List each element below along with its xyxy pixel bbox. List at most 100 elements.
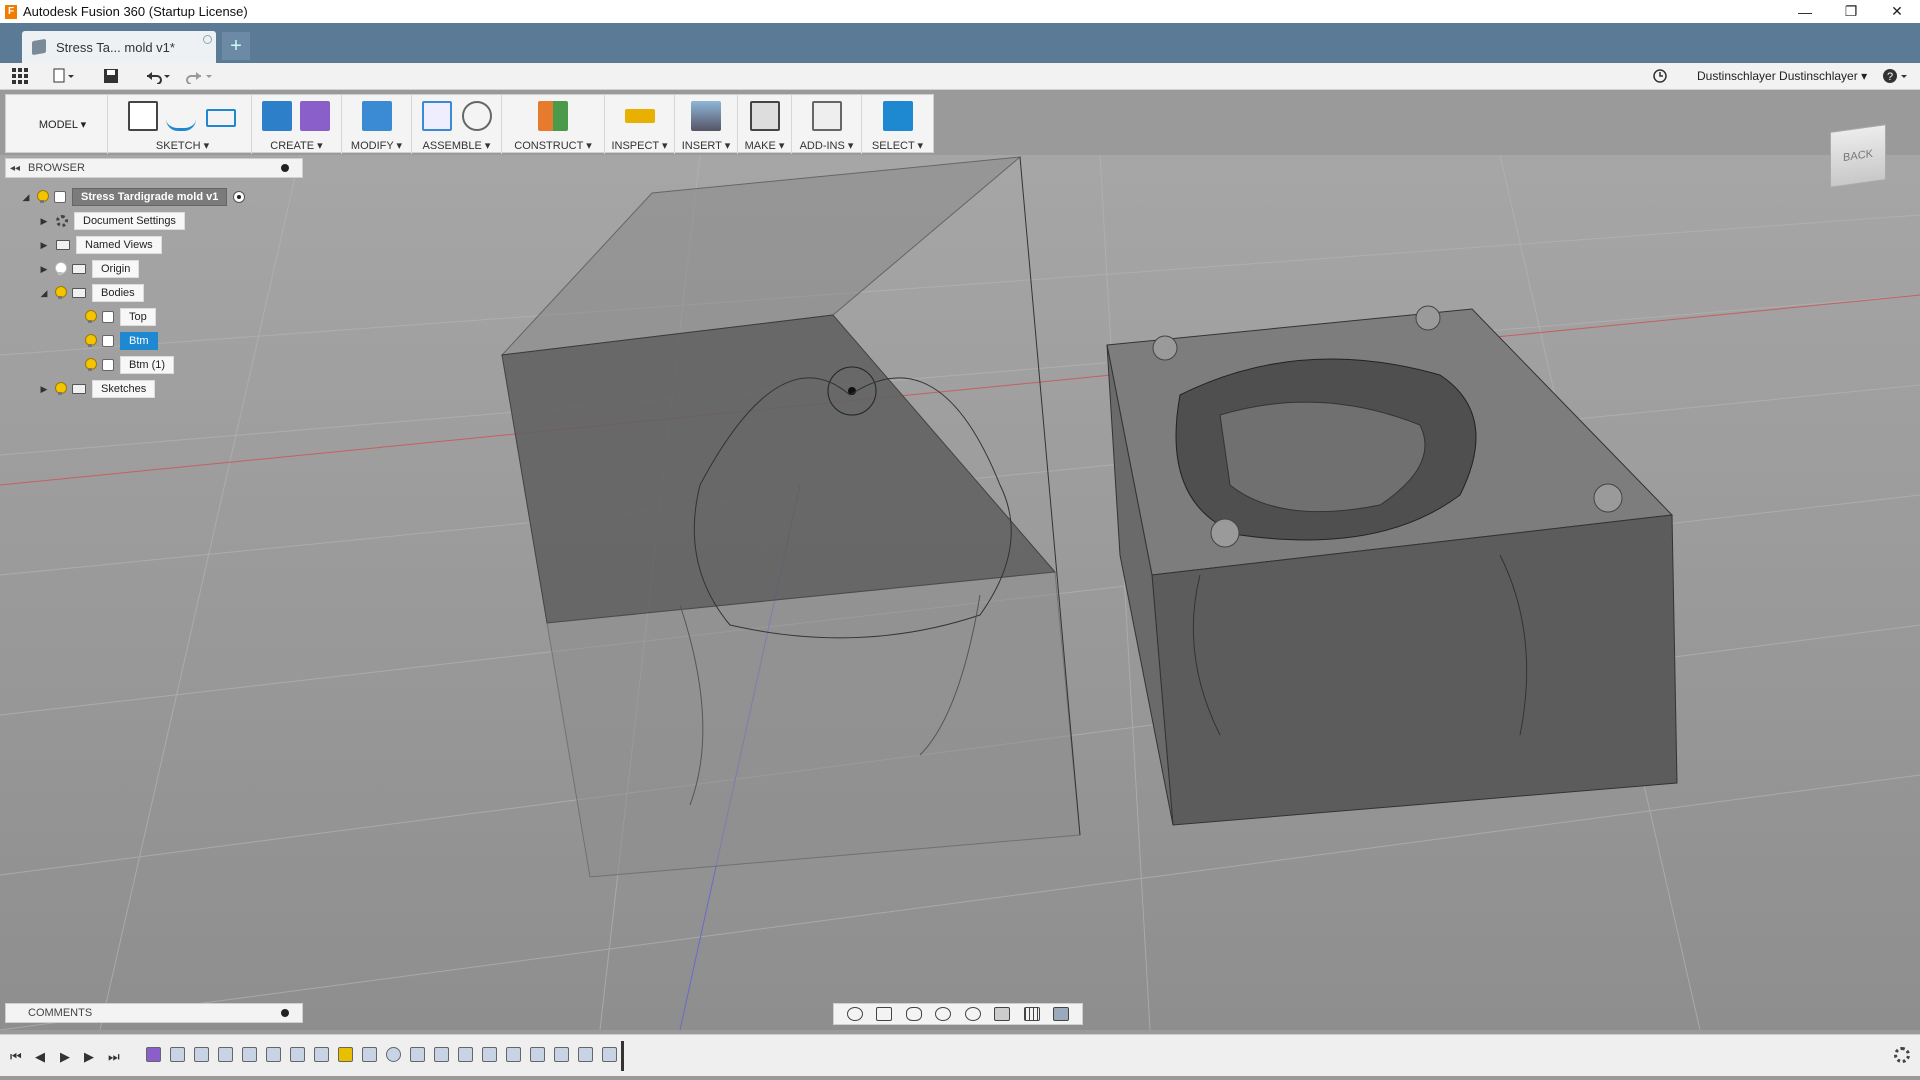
insert-menu[interactable]: INSERT ▾ <box>675 139 737 152</box>
minimize-button[interactable]: — <box>1782 0 1828 23</box>
inspect-group[interactable]: INSPECT ▾ <box>605 95 675 154</box>
document-tab[interactable]: Stress Ta... mold v1* × <box>22 31 230 63</box>
add-ins-menu[interactable]: ADD-INS ▾ <box>792 139 861 152</box>
redo-button[interactable] <box>186 67 214 85</box>
comments-panel[interactable]: COMMENTS <box>5 1003 303 1023</box>
construct-menu[interactable]: CONSTRUCT ▾ <box>502 139 604 152</box>
browser-item-bodies[interactable]: ◢ Bodies <box>38 283 144 303</box>
timeline-feature[interactable] <box>482 1047 497 1062</box>
look-at-icon[interactable] <box>876 1007 893 1021</box>
expand-arrow-icon[interactable]: ▶ <box>38 216 50 227</box>
timeline-feature[interactable] <box>218 1047 233 1062</box>
browser-item-sketches[interactable]: ▶ Sketches <box>38 379 156 399</box>
assemble-group[interactable]: ASSEMBLE ▾ <box>412 95 502 154</box>
timeline-feature[interactable] <box>146 1047 161 1062</box>
timeline-feature[interactable] <box>554 1047 569 1062</box>
modify-menu[interactable]: MODIFY ▾ <box>342 139 411 152</box>
construct-group[interactable]: CONSTRUCT ▾ <box>502 95 605 154</box>
add-ins-group[interactable]: ADD-INS ▾ <box>792 95 862 154</box>
timeline-settings-gear-icon[interactable] <box>1894 1047 1910 1063</box>
modify-group[interactable]: MODIFY ▾ <box>342 95 412 154</box>
visibility-bulb-icon[interactable] <box>84 358 97 372</box>
browser-item-body-top[interactable]: Top <box>68 307 156 327</box>
expand-arrow-icon[interactable]: ▶ <box>38 240 50 251</box>
viewports-icon[interactable] <box>1053 1007 1070 1021</box>
close-button[interactable]: ✕ <box>1874 0 1920 23</box>
play-icon[interactable]: ▶ <box>60 1049 70 1065</box>
job-status-button[interactable] <box>1652 67 1668 85</box>
visibility-bulb-icon[interactable] <box>54 286 67 300</box>
inspect-menu[interactable]: INSPECT ▾ <box>605 139 674 152</box>
select-menu[interactable]: SELECT ▾ <box>862 139 933 152</box>
timeline-feature[interactable] <box>266 1047 281 1062</box>
insert-group[interactable]: INSERT ▾ <box>675 95 738 154</box>
timeline-feature[interactable] <box>386 1047 401 1062</box>
pin-panel-icon[interactable] <box>281 164 289 172</box>
orbit-icon[interactable] <box>846 1007 863 1021</box>
visibility-bulb-icon[interactable] <box>36 190 49 204</box>
timeline-feature[interactable] <box>242 1047 257 1062</box>
workspace-switcher[interactable]: MODEL ▾ <box>18 95 108 154</box>
add-comment-icon[interactable] <box>281 1009 289 1017</box>
collapse-panel-icon[interactable]: ◂◂ <box>10 163 20 174</box>
fit-icon[interactable] <box>964 1007 981 1021</box>
create-menu[interactable]: CREATE ▾ <box>252 139 341 152</box>
visibility-bulb-icon[interactable] <box>54 382 67 396</box>
expand-arrow-icon[interactable]: ▶ <box>38 264 50 275</box>
browser-item-body-btm[interactable]: Btm <box>68 331 158 351</box>
expand-arrow-icon[interactable]: ◢ <box>20 192 32 203</box>
help-button[interactable]: ? <box>1882 67 1910 85</box>
display-settings-icon[interactable] <box>994 1007 1011 1021</box>
grid-settings-icon[interactable] <box>1023 1007 1040 1021</box>
timeline-feature[interactable] <box>530 1047 545 1062</box>
step-forward-icon[interactable]: ▶ <box>84 1049 94 1065</box>
timeline-feature[interactable] <box>290 1047 305 1062</box>
step-back-icon[interactable]: ◀ <box>35 1049 45 1065</box>
pan-icon[interactable] <box>905 1007 922 1021</box>
sketch-group[interactable]: SKETCH ▾ <box>114 95 252 154</box>
assemble-menu[interactable]: ASSEMBLE ▾ <box>412 139 501 152</box>
expand-arrow-icon[interactable]: ▶ <box>38 384 50 395</box>
make-group[interactable]: MAKE ▾ <box>738 95 792 154</box>
timeline-feature[interactable] <box>170 1047 185 1062</box>
timeline-feature[interactable] <box>410 1047 425 1062</box>
timeline-feature[interactable] <box>194 1047 209 1062</box>
timeline-feature[interactable] <box>506 1047 521 1062</box>
data-panel-button[interactable] <box>12 67 28 85</box>
visibility-bulb-icon[interactable] <box>54 262 67 276</box>
view-cube[interactable]: BACK <box>1830 124 1886 188</box>
browser-panel-header[interactable]: ◂◂ BROWSER <box>5 158 303 178</box>
user-account-menu[interactable]: Dustinschlayer Dustinschlayer ▾ <box>1697 69 1867 83</box>
timeline-feature[interactable] <box>602 1047 617 1062</box>
save-button[interactable] <box>103 67 119 85</box>
root-component-label[interactable]: Stress Tardigrade mold v1 <box>72 188 228 206</box>
sketch-menu[interactable]: SKETCH ▾ <box>114 139 251 152</box>
visibility-bulb-icon[interactable] <box>84 310 97 324</box>
browser-item-origin[interactable]: ▶ Origin <box>38 259 140 279</box>
browser-item-body-btm-1[interactable]: Btm (1) <box>68 355 175 375</box>
timeline-feature[interactable] <box>362 1047 377 1062</box>
top-mold-body[interactable] <box>500 156 1081 878</box>
visibility-bulb-icon[interactable] <box>84 334 97 348</box>
timeline-marker[interactable] <box>621 1041 624 1071</box>
undo-button[interactable] <box>144 67 172 85</box>
browser-root[interactable]: ◢ Stress Tardigrade mold v1 <box>20 187 246 207</box>
timeline-feature[interactable] <box>578 1047 593 1062</box>
new-tab-button[interactable]: + <box>222 32 250 60</box>
expand-arrow-icon[interactable]: ◢ <box>38 288 50 299</box>
bottom-mold-body[interactable] <box>1106 305 1678 826</box>
timeline-feature[interactable] <box>458 1047 473 1062</box>
go-to-end-icon[interactable]: ⏭ <box>108 1049 120 1065</box>
select-group[interactable]: SELECT ▾ <box>862 95 933 154</box>
timeline-feature[interactable] <box>314 1047 329 1062</box>
make-menu[interactable]: MAKE ▾ <box>738 139 791 152</box>
activate-component-icon[interactable] <box>233 191 246 203</box>
browser-item-document-settings[interactable]: ▶ Document Settings <box>38 211 185 231</box>
create-group[interactable]: CREATE ▾ <box>252 95 342 154</box>
go-to-start-icon[interactable]: ⏮ <box>10 1049 22 1065</box>
timeline-feature[interactable] <box>434 1047 449 1062</box>
timeline-feature[interactable] <box>338 1047 353 1062</box>
file-menu-button[interactable] <box>52 67 74 85</box>
zoom-icon[interactable] <box>935 1007 952 1021</box>
restore-button[interactable]: ❐ <box>1828 0 1874 23</box>
